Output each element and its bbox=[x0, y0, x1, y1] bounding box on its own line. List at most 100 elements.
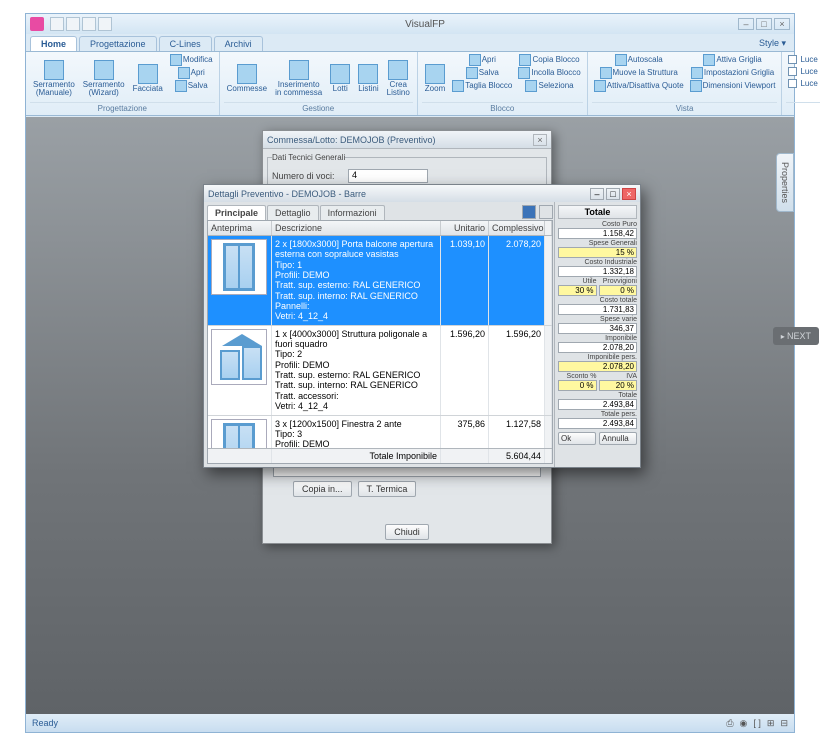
foot-value: 5.604,44 bbox=[489, 449, 545, 463]
ribbon-button[interactable]: Serramento(Wizard) bbox=[80, 54, 128, 102]
app-icon bbox=[30, 17, 44, 31]
qat-btn[interactable] bbox=[50, 17, 64, 31]
row-description: 2 x [1800x3000] Porta balcone apertura e… bbox=[272, 236, 441, 325]
commessa-title: Commessa/Lotto: DEMOJOB (Preventivo) bbox=[267, 135, 533, 145]
ok-button[interactable]: Ok bbox=[558, 432, 596, 445]
properties-panel-tab[interactable]: Properties bbox=[776, 153, 794, 212]
ribbon-button[interactable]: Attiva Griglia bbox=[688, 54, 778, 66]
ribbon-button[interactable]: Lotti bbox=[327, 54, 353, 102]
status-icon[interactable]: [ ] bbox=[753, 718, 761, 728]
ribbon-button[interactable]: CreaListino bbox=[384, 54, 413, 102]
ribbon-button[interactable]: Serramento(Manuale) bbox=[30, 54, 78, 102]
ribbon: Serramento(Manuale)Serramento(Wizard)Fac… bbox=[26, 52, 794, 116]
termica-button[interactable]: T. Termica bbox=[358, 481, 417, 497]
total-value[interactable]: 1.731,83 bbox=[558, 304, 637, 315]
ribbon-button[interactable]: Taglia Blocco bbox=[450, 80, 514, 92]
status-icon[interactable]: ⊞ bbox=[767, 718, 775, 729]
totals-panel: Totale Costo Puro1.158,42Spese Generali1… bbox=[554, 202, 640, 467]
ribbon-button[interactable]: Listini bbox=[355, 54, 381, 102]
qat-btn[interactable] bbox=[98, 17, 112, 31]
ribbon-checkbox[interactable]: Luce poligonale bbox=[786, 66, 820, 77]
total-value[interactable]: 15 % bbox=[558, 247, 637, 258]
qat-btn[interactable] bbox=[66, 17, 80, 31]
tab-progettazione[interactable]: Progettazione bbox=[79, 36, 157, 51]
ribbon-button[interactable]: Zoom bbox=[422, 54, 448, 102]
ribbon-button[interactable]: Copia Blocco bbox=[516, 54, 582, 66]
total-value[interactable]: 346,37 bbox=[558, 323, 637, 334]
tab-informazioni[interactable]: Informazioni bbox=[320, 205, 385, 220]
total-value[interactable]: 2.078,20 bbox=[558, 342, 637, 353]
total-value[interactable]: 1.332,18 bbox=[558, 266, 637, 277]
row-description: 3 x [1200x1500] Finestra 2 anteTipo: 3Pr… bbox=[272, 416, 441, 449]
ribbon-button[interactable]: Apri bbox=[450, 54, 514, 66]
row-description: 1 x [4000x3000] Struttura poligonale a f… bbox=[272, 326, 441, 415]
copia-button[interactable]: Copia in... bbox=[293, 481, 352, 497]
chiudi-button[interactable]: Chiudi bbox=[385, 524, 429, 540]
ribbon-button[interactable]: Facciata bbox=[130, 54, 166, 102]
ribbon-checkbox[interactable]: Luce a 4 lati in squadro bbox=[786, 54, 820, 65]
status-icon[interactable]: ⊟ bbox=[780, 718, 788, 729]
info-icon[interactable] bbox=[522, 205, 536, 219]
ribbon-checkbox[interactable]: Luce da modello bbox=[786, 78, 820, 89]
maximize-button[interactable]: □ bbox=[756, 18, 772, 30]
ribbon-button[interactable]: Seleziona bbox=[516, 80, 582, 92]
status-icon[interactable]: ⎙ bbox=[726, 718, 733, 729]
row-unit: 375,86 bbox=[441, 416, 489, 449]
style-dropdown[interactable]: Style ▾ bbox=[751, 36, 794, 51]
num-voci-label: Numero di voci: bbox=[272, 171, 342, 181]
qat-btn[interactable] bbox=[82, 17, 96, 31]
total-value[interactable]: 2.493,84 bbox=[558, 418, 637, 429]
total-value[interactable]: 2.493,84 bbox=[558, 399, 637, 410]
dettagli-preventivo-dialog: Dettagli Preventivo - DEMOJOB - Barre – … bbox=[203, 184, 641, 468]
table-row[interactable]: 3 x [1200x1500] Finestra 2 anteTipo: 3Pr… bbox=[208, 416, 552, 449]
ribbon-button[interactable]: Salva bbox=[168, 80, 215, 92]
annulla-button[interactable]: Annulla bbox=[599, 432, 637, 445]
tab-dettaglio[interactable]: Dettaglio bbox=[267, 205, 319, 220]
maximize-icon[interactable]: □ bbox=[606, 188, 620, 200]
ribbon-tabs: Home Progettazione C-Lines Archivi Style… bbox=[26, 34, 794, 52]
tab-principale[interactable]: Principale bbox=[207, 205, 266, 220]
ribbon-button[interactable]: Attiva/Disattiva Quote bbox=[592, 80, 686, 92]
close-icon[interactable]: × bbox=[622, 188, 636, 200]
ribbon-button[interactable]: Inserimentoin commessa bbox=[272, 54, 325, 102]
section-label: Dati Tecnici Generali bbox=[272, 153, 345, 162]
row-comp: 1.596,20 bbox=[489, 326, 545, 415]
ribbon-button[interactable]: Impostazioni Griglia bbox=[688, 67, 778, 79]
ribbon-button[interactable]: Muove la Struttura bbox=[592, 67, 686, 79]
totals-title: Totale bbox=[558, 205, 637, 219]
ribbon-button[interactable]: Apri bbox=[168, 67, 215, 79]
tab-home[interactable]: Home bbox=[30, 36, 77, 51]
status-icon[interactable]: ◉ bbox=[740, 718, 748, 729]
total-value[interactable]: 2.078,20 bbox=[558, 361, 637, 372]
ribbon-button[interactable]: Autoscala bbox=[592, 54, 686, 66]
num-voci-input[interactable]: 4 bbox=[348, 169, 428, 183]
minimize-icon[interactable]: – bbox=[590, 188, 604, 200]
row-comp: 2.078,20 bbox=[489, 236, 545, 325]
tab-clines[interactable]: C-Lines bbox=[159, 36, 212, 51]
next-button[interactable]: ▸ NEXT bbox=[773, 327, 819, 345]
table-row[interactable]: 2 x [1800x3000] Porta balcone apertura e… bbox=[208, 236, 552, 326]
ribbon-button[interactable]: Dimensioni Viewport bbox=[688, 80, 778, 92]
ribbon-button[interactable]: Modifica bbox=[168, 54, 215, 66]
row-comp: 1.127,58 bbox=[489, 416, 545, 449]
ribbon-button[interactable]: Commesse bbox=[224, 54, 270, 102]
col-complessivo: Complessivo bbox=[489, 221, 545, 235]
row-unit: 1.039,10 bbox=[441, 236, 489, 325]
title-bar: VisualFP – □ × bbox=[26, 14, 794, 34]
status-text: Ready bbox=[32, 718, 58, 728]
total-value[interactable]: 1.158,42 bbox=[558, 228, 637, 239]
ribbon-button[interactable]: Salva bbox=[450, 67, 514, 79]
quick-access-toolbar bbox=[50, 17, 112, 31]
print-icon[interactable] bbox=[539, 205, 553, 219]
row-unit: 1.596,20 bbox=[441, 326, 489, 415]
app-title: VisualFP bbox=[112, 19, 738, 30]
minimize-button[interactable]: – bbox=[738, 18, 754, 30]
col-descrizione: Descrizione bbox=[272, 221, 441, 235]
dettagli-title: Dettagli Preventivo - DEMOJOB - Barre bbox=[208, 189, 590, 199]
close-icon[interactable]: × bbox=[533, 134, 547, 146]
ribbon-button[interactable]: Incolla Blocco bbox=[516, 67, 582, 79]
close-button[interactable]: × bbox=[774, 18, 790, 30]
tab-archivi[interactable]: Archivi bbox=[214, 36, 263, 51]
table-row[interactable]: 1 x [4000x3000] Struttura poligonale a f… bbox=[208, 326, 552, 416]
preventivo-grid: Anteprima Descrizione Unitario Complessi… bbox=[207, 220, 553, 464]
